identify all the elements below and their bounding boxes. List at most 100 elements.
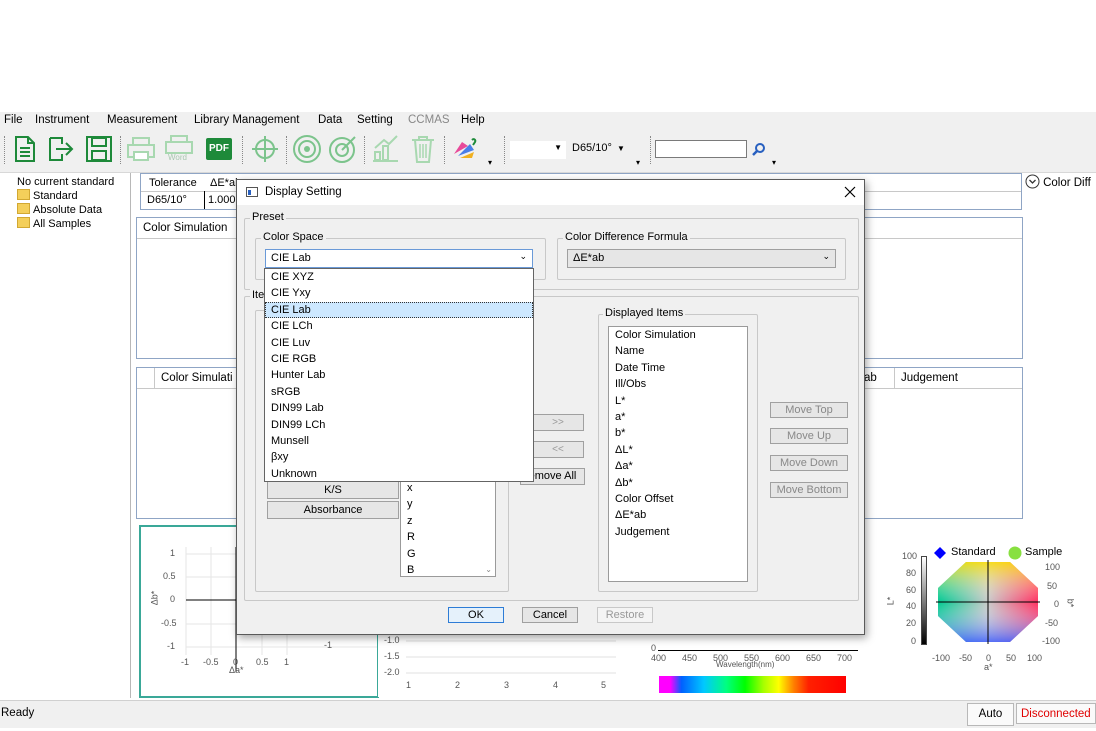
cancel-button[interactable]: Cancel: [522, 607, 578, 623]
color-space-option[interactable]: DIN99 LCh: [265, 417, 533, 433]
list-item[interactable]: Δa*: [609, 458, 747, 474]
x-tick: 600: [775, 653, 791, 663]
absorbance-button[interactable]: Absorbance: [267, 501, 399, 519]
legend-sample-marker: [1008, 546, 1022, 560]
ok-button[interactable]: OK: [448, 607, 504, 623]
chevron-down-icon: ⌄: [822, 251, 830, 261]
crosshair-icon[interactable]: [250, 134, 280, 164]
color-space-option[interactable]: Munsell: [265, 433, 533, 449]
l-tick: 60: [906, 585, 917, 595]
color-space-option-selected[interactable]: CIE Lab: [265, 301, 533, 319]
list-item[interactable]: R: [401, 529, 495, 545]
color-space-option[interactable]: CIE XYZ: [265, 269, 533, 285]
color-space-option[interactable]: CIE RGB: [265, 351, 533, 367]
target-icon[interactable]: [292, 134, 322, 164]
toolbar-overflow-icon[interactable]: ▾: [636, 158, 640, 167]
list-item[interactable]: y: [401, 496, 495, 512]
word-export-icon[interactable]: Word: [164, 134, 194, 164]
tree-item-all-samples[interactable]: All Samples: [17, 217, 130, 231]
move-bottom-button[interactable]: Move Bottom: [770, 482, 848, 498]
list-item[interactable]: a*: [609, 409, 747, 425]
menu-setting[interactable]: Setting: [357, 112, 393, 128]
scroll-down-icon[interactable]: ⌄: [485, 565, 492, 574]
color-space-option[interactable]: CIE LCh: [265, 318, 533, 334]
available-items-list[interactable]: x y z R G B ⌄: [400, 477, 496, 577]
list-item[interactable]: z: [401, 513, 495, 529]
color-space-option[interactable]: sRGB: [265, 384, 533, 400]
restore-button[interactable]: Restore: [597, 607, 653, 623]
folder-icon: [17, 203, 30, 214]
tree-item-absolute-data[interactable]: Absolute Data: [17, 203, 130, 217]
toolbar-overflow-icon[interactable]: ▾: [488, 158, 492, 167]
color-space-combo[interactable]: CIE Lab ⌄: [265, 249, 533, 268]
list-item[interactable]: b*: [609, 425, 747, 441]
menu-library-management[interactable]: Library Management: [194, 112, 299, 128]
list-item[interactable]: Ill/Obs: [609, 376, 747, 392]
menu-ccmas[interactable]: CCMAS: [408, 112, 450, 128]
list-item[interactable]: L*: [609, 393, 747, 409]
color-difference-formula-combo[interactable]: ΔE*ab ⌄: [567, 249, 836, 268]
color-diff-toggle[interactable]: Color Diff: [1025, 174, 1091, 189]
illuminant-combo[interactable]: D65/10° ▼: [572, 142, 625, 154]
list-item[interactable]: Name: [609, 343, 747, 359]
ks-button[interactable]: K/S: [267, 481, 399, 499]
list-item[interactable]: ΔE*ab: [609, 507, 747, 523]
legend-standard-marker: [934, 547, 946, 559]
color-space-option[interactable]: βxy: [265, 449, 533, 465]
word-label: Word: [168, 153, 187, 162]
color-space-option[interactable]: CIE Luv: [265, 335, 533, 351]
color-space-option[interactable]: CIE Yxy: [265, 285, 533, 301]
list-item[interactable]: Color Offset: [609, 491, 747, 507]
remove-item-button[interactable]: <<: [532, 441, 584, 458]
color-diff-label: Color Diff: [1043, 177, 1091, 189]
list-item[interactable]: Δb*: [609, 475, 747, 491]
tree-item-standard[interactable]: Standard: [17, 189, 130, 203]
list-item[interactable]: B: [401, 562, 495, 578]
move-up-button[interactable]: Move Up: [770, 428, 848, 444]
samples-header-ab: ab: [864, 372, 877, 384]
aim-target-icon[interactable]: [328, 134, 358, 164]
menu-help[interactable]: Help: [461, 112, 485, 128]
list-item[interactable]: ΔL*: [609, 442, 747, 458]
close-icon[interactable]: [844, 186, 856, 198]
tolerance-value-cell[interactable]: 1.000: [208, 194, 236, 206]
displayed-items-list[interactable]: Color Simulation Name Date Time Ill/Obs …: [608, 326, 748, 582]
list-item[interactable]: Judgement: [609, 524, 747, 540]
new-file-icon[interactable]: [10, 134, 40, 164]
list-item[interactable]: x: [401, 480, 495, 496]
move-down-button[interactable]: Move Down: [770, 455, 848, 471]
trend-chart-icon[interactable]: [370, 134, 400, 164]
trash-icon[interactable]: [408, 134, 438, 164]
pdf-export-icon[interactable]: PDF: [204, 134, 234, 164]
menu-data[interactable]: Data: [318, 112, 342, 128]
list-item[interactable]: G: [401, 546, 495, 562]
color-space-option[interactable]: DIN99 Lab: [265, 400, 533, 416]
add-item-button[interactable]: >>: [532, 414, 584, 431]
color-space-dropdown[interactable]: CIE XYZ CIE Yxy CIE Lab CIE LCh CIE Luv …: [264, 268, 534, 482]
tree-root[interactable]: No current standard: [17, 175, 130, 189]
toolbar-separator: [650, 136, 652, 164]
list-item[interactable]: Date Time: [609, 360, 747, 376]
visible-spectrum-bar: [659, 676, 846, 693]
mode-combo[interactable]: ▼: [510, 141, 566, 159]
status-connection: Disconnected: [1016, 703, 1096, 724]
toolbar-overflow-icon[interactable]: ▾: [772, 158, 776, 167]
menu-measurement[interactable]: Measurement: [107, 112, 177, 128]
l-tick: 0: [911, 636, 917, 646]
menu-instrument[interactable]: Instrument: [35, 112, 89, 128]
x-tick: 1: [406, 680, 412, 690]
save-icon[interactable]: [84, 134, 114, 164]
color-space-option[interactable]: Unknown: [265, 466, 533, 482]
chevron-down-circle-icon: [1025, 174, 1040, 189]
color-fan-icon[interactable]: [450, 134, 480, 164]
search-input[interactable]: [655, 140, 747, 158]
search-icon[interactable]: [752, 142, 766, 156]
export-icon[interactable]: [46, 134, 76, 164]
x-tick: 400: [651, 653, 667, 663]
list-item[interactable]: Color Simulation: [609, 327, 747, 343]
x-tick: 0.5: [256, 657, 269, 667]
print-icon[interactable]: [126, 134, 156, 164]
color-space-option[interactable]: Hunter Lab: [265, 367, 533, 383]
move-top-button[interactable]: Move Top: [770, 402, 848, 418]
menu-file[interactable]: File: [4, 112, 23, 128]
